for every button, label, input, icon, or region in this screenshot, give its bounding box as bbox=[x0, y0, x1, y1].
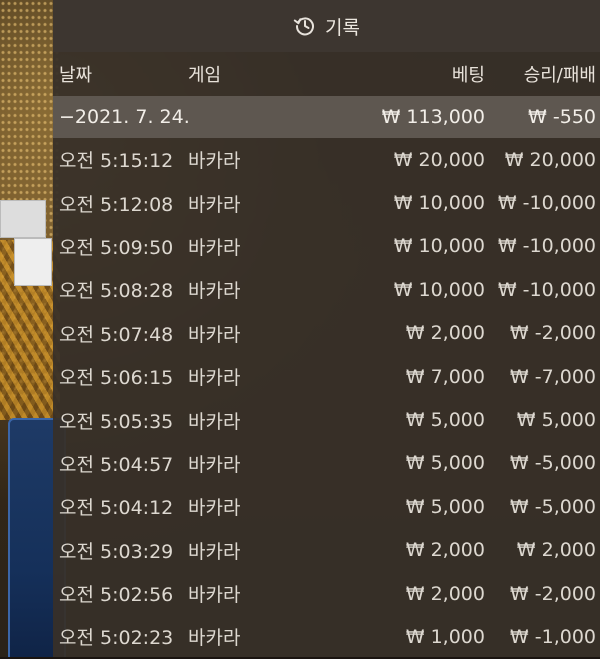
row-game: 바카라 bbox=[188, 584, 241, 607]
row-bet: ₩ 1,000 bbox=[405, 625, 485, 648]
background-table bbox=[0, 200, 46, 238]
row-game: 바카라 bbox=[188, 410, 241, 433]
row-bet: ₩ 2,000 bbox=[405, 539, 485, 562]
row-game: 바카라 bbox=[188, 236, 241, 259]
history-title: 기록 bbox=[325, 16, 360, 39]
row-time: 오전 5:02:56 bbox=[59, 584, 174, 607]
table-row[interactable]: 오전 5:09:50 바카라 ₩ 10,000 ₩ -10,000 bbox=[53, 225, 600, 268]
row-game: 바카라 bbox=[188, 453, 241, 476]
column-result: 승리/패배 bbox=[523, 65, 596, 86]
table-row[interactable]: 오전 5:04:57 바카라 ₩ 5,000 ₩ -5,000 bbox=[53, 442, 600, 485]
row-bet: ₩ 5,000 bbox=[405, 452, 485, 475]
row-bet: ₩ 2,000 bbox=[405, 582, 485, 605]
row-result: ₩ 2,000 bbox=[516, 539, 596, 562]
date-group-bet-total: ₩ 113,000 bbox=[381, 106, 485, 128]
table-row[interactable]: 오전 5:15:12 바카라 ₩ 20,000 ₩ 20,000 bbox=[53, 138, 600, 181]
row-time: 오전 5:03:29 bbox=[59, 540, 174, 563]
row-game: 바카라 bbox=[188, 540, 241, 563]
row-time: 오전 5:09:50 bbox=[59, 236, 174, 259]
row-game: 바카라 bbox=[188, 367, 241, 390]
column-bet: 베팅 bbox=[451, 65, 485, 86]
row-time: 오전 5:08:28 bbox=[59, 280, 174, 303]
row-result: ₩ -5,000 bbox=[509, 495, 596, 518]
row-bet: ₩ 20,000 bbox=[393, 148, 485, 171]
table-row[interactable]: 오전 5:02:56 바카라 ₩ 2,000 ₩ -2,000 bbox=[53, 572, 600, 615]
row-game: 바카라 bbox=[188, 280, 241, 303]
date-group-label: −2021. 7. 24. bbox=[59, 106, 190, 128]
table-row[interactable]: 오전 5:12:08 바카라 ₩ 10,000 ₩ -10,000 bbox=[53, 181, 600, 224]
table-row[interactable]: 오전 5:02:23 바카라 ₩ 1,000 ₩ -1,000 bbox=[53, 615, 600, 658]
table-row[interactable]: 오전 5:04:12 바카라 ₩ 5,000 ₩ -5,000 bbox=[53, 485, 600, 528]
row-result: ₩ -10,000 bbox=[497, 192, 596, 215]
history-icon bbox=[293, 14, 317, 38]
row-game: 바카라 bbox=[188, 627, 241, 650]
row-game: 바카라 bbox=[188, 193, 241, 216]
row-result: ₩ -5,000 bbox=[509, 452, 596, 475]
row-result: ₩ -2,000 bbox=[509, 582, 596, 605]
row-time: 오전 5:06:15 bbox=[59, 367, 174, 390]
row-game: 바카라 bbox=[188, 497, 241, 520]
row-bet: ₩ 2,000 bbox=[405, 322, 485, 345]
table-row[interactable]: 오전 5:07:48 바카라 ₩ 2,000 ₩ -2,000 bbox=[53, 312, 600, 355]
row-time: 오전 5:04:12 bbox=[59, 497, 174, 520]
table-row[interactable]: 오전 5:05:35 바카라 ₩ 5,000 ₩ 5,000 bbox=[53, 398, 600, 441]
column-game: 게임 bbox=[188, 65, 222, 86]
row-bet: ₩ 7,000 bbox=[405, 365, 485, 388]
row-result: ₩ -10,000 bbox=[497, 278, 596, 301]
row-result: ₩ -1,000 bbox=[509, 625, 596, 648]
column-date: 날짜 bbox=[59, 65, 93, 86]
row-time: 오전 5:02:23 bbox=[59, 627, 174, 650]
table-row[interactable]: 오전 5:06:15 바카라 ₩ 7,000 ₩ -7,000 bbox=[53, 355, 600, 398]
history-panel: 기록 날짜 게임 베팅 승리/패배 −2021. 7. 24. ₩ 113,00… bbox=[53, 0, 600, 657]
row-time: 오전 5:04:57 bbox=[59, 453, 174, 476]
row-time: 오전 5:12:08 bbox=[59, 193, 174, 216]
background-chair bbox=[14, 238, 52, 286]
row-game: 바카라 bbox=[188, 323, 241, 346]
history-header: 기록 bbox=[53, 0, 600, 52]
row-game: 바카라 bbox=[188, 150, 241, 173]
row-time: 오전 5:05:35 bbox=[59, 410, 174, 433]
date-group-result-total: ₩ -550 bbox=[528, 106, 596, 128]
row-time: 오전 5:15:12 bbox=[59, 150, 174, 173]
history-list: 오전 5:15:12 바카라 ₩ 20,000 ₩ 20,000 오전 5:12… bbox=[53, 138, 600, 659]
row-result: ₩ 20,000 bbox=[504, 148, 596, 171]
row-bet: ₩ 5,000 bbox=[405, 409, 485, 432]
row-bet: ₩ 10,000 bbox=[393, 278, 485, 301]
table-row[interactable]: 오전 5:08:28 바카라 ₩ 10,000 ₩ -10,000 bbox=[53, 268, 600, 311]
row-result: ₩ -10,000 bbox=[497, 235, 596, 258]
date-group-row[interactable]: −2021. 7. 24. ₩ 113,000 ₩ -550 bbox=[53, 96, 600, 138]
row-result: ₩ -2,000 bbox=[509, 322, 596, 345]
row-bet: ₩ 10,000 bbox=[393, 192, 485, 215]
row-result: ₩ 5,000 bbox=[516, 409, 596, 432]
row-time: 오전 5:07:48 bbox=[59, 323, 174, 346]
row-bet: ₩ 5,000 bbox=[405, 495, 485, 518]
row-result: ₩ -7,000 bbox=[509, 365, 596, 388]
table-header: 날짜 게임 베팅 승리/패배 bbox=[53, 52, 600, 96]
row-bet: ₩ 10,000 bbox=[393, 235, 485, 258]
table-row[interactable]: 오전 5:03:29 바카라 ₩ 2,000 ₩ 2,000 bbox=[53, 529, 600, 572]
